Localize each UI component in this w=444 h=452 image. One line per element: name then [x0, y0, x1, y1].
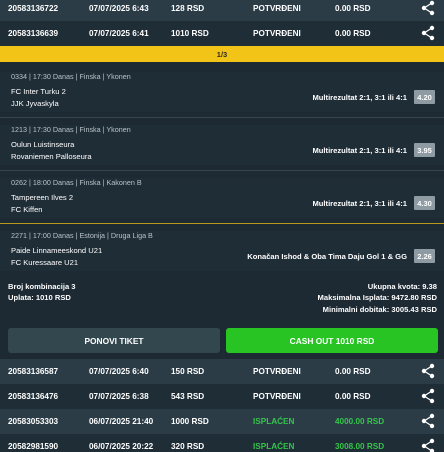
ticket-win: 0.00 RSD: [335, 392, 371, 401]
match-pick: Multirezultat 2:1, 3:1 ili 4:1: [312, 146, 407, 155]
ticket-status: ISPLAĆEN: [253, 442, 295, 451]
ticket-status: POTVRĐENI: [253, 367, 301, 376]
ticket-amount: 150 RSD: [171, 367, 205, 376]
ticket-win: 3008.00 RSD: [335, 442, 385, 451]
match-item: 0334 | 17:30 Danas | Finska | Ykonen FC …: [0, 72, 444, 112]
share-icon[interactable]: [421, 438, 435, 452]
repeat-ticket-button[interactable]: PONOVI TIKET: [8, 328, 220, 353]
ticket-id: 20583136722: [8, 4, 59, 13]
ticket-row[interactable]: 20583136722 07/07/2025 6:43 128 RSD POTV…: [0, 0, 444, 21]
away-team: JJK Jyvaskyla: [11, 99, 59, 108]
ticket-status: POTVRĐENI: [253, 4, 301, 13]
match-pick: Konačan Ishod & Oba Tima Daju Gol 1 & GG: [247, 252, 407, 261]
ticket-date: 06/07/2025 20:22: [89, 442, 154, 451]
ticket-id: 20583136639: [8, 29, 59, 38]
share-icon[interactable]: [421, 413, 435, 429]
ticket-summary: Broj kombinacija 3 Uplata: 1010 RSD Ukup…: [0, 276, 444, 318]
ticket-status: POTVRĐENI: [253, 29, 301, 38]
ticket-date: 07/07/2025 6:38: [89, 392, 149, 401]
share-icon[interactable]: [421, 388, 435, 404]
divider: [0, 170, 444, 171]
combinations-count: Broj kombinacija 3: [8, 282, 76, 291]
match-meta: 0334 | 17:30 Danas | Finska | Ykonen: [11, 72, 131, 81]
share-icon[interactable]: [421, 0, 435, 16]
ticket-amount: 1010 RSD: [171, 29, 209, 38]
total-odds: Ukupna kvota: 9.38: [367, 282, 437, 291]
pager[interactable]: 1/3: [0, 46, 444, 62]
ticket-status: ISPLAĆEN: [253, 417, 295, 426]
ticket-date: 07/07/2025 6:41: [89, 29, 149, 38]
ticket-id: 20583136476: [8, 392, 59, 401]
match-odd: 4.30: [414, 196, 435, 210]
ticket-win: 0.00 RSD: [335, 29, 371, 38]
min-win: Minimalni dobitak: 3005.43 RSD: [322, 305, 437, 314]
match-item: 2271 | 17:00 Danas | Estonija | Druga Li…: [0, 231, 444, 271]
home-team: Tampereen Ilves 2: [11, 193, 74, 202]
pager-label: 1/3: [216, 49, 228, 59]
home-team: Oulun Luistinseura: [11, 140, 75, 149]
share-icon[interactable]: [421, 363, 435, 379]
match-item: 0262 | 18:00 Danas | Finska | Kakonen B …: [0, 178, 444, 218]
home-team: FC Inter Turku 2: [11, 87, 66, 96]
ticket-row[interactable]: 20583136587 07/07/2025 6:40 150 RSD POTV…: [0, 359, 444, 384]
ticket-row[interactable]: 20583053303 06/07/2025 21:40 1000 RSD IS…: [0, 409, 444, 434]
ticket-amount: 543 RSD: [171, 392, 205, 401]
ticket-row[interactable]: 20582981590 06/07/2025 20:22 320 RSD ISP…: [0, 434, 444, 452]
match-meta: 2271 | 17:00 Danas | Estonija | Druga Li…: [11, 231, 153, 240]
match-odd: 2.26: [414, 249, 435, 263]
ticket-date: 07/07/2025 6:40: [89, 367, 149, 376]
share-icon[interactable]: [421, 25, 435, 41]
match-odd: 3.95: [414, 143, 435, 157]
ticket-win: 0.00 RSD: [335, 367, 371, 376]
stake-amount: Uplata: 1010 RSD: [8, 293, 71, 302]
ticket-win: 4000.00 RSD: [335, 417, 385, 426]
ticket-amount: 128 RSD: [171, 4, 205, 13]
max-payout: Maksimalna Isplata: 9472.80 RSD: [317, 293, 437, 302]
ticket-row[interactable]: 20583136639 07/07/2025 6:41 1010 RSD POT…: [0, 21, 444, 46]
away-team: FC Kuressaare U21: [11, 258, 79, 267]
away-team: Rovaniemen Palloseura: [11, 152, 92, 161]
cashout-button[interactable]: CASH OUT 1010 RSD: [226, 328, 438, 353]
divider: [0, 223, 444, 224]
match-meta: 0262 | 18:00 Danas | Finska | Kakonen B: [11, 178, 142, 187]
ticket-date: 06/07/2025 21:40: [89, 417, 154, 426]
ticket-amount: 1000 RSD: [171, 417, 209, 426]
match-pick: Multirezultat 2:1, 3:1 ili 4:1: [312, 93, 407, 102]
ticket-row[interactable]: 20583136476 07/07/2025 6:38 543 RSD POTV…: [0, 384, 444, 409]
ticket-date: 07/07/2025 6:43: [89, 4, 149, 13]
away-team: FC Kiffen: [11, 205, 43, 214]
home-team: Paide Linnameeskond U21: [11, 246, 103, 255]
match-item: 1213 | 17:30 Danas | Finska | Ykonen Oul…: [0, 125, 444, 165]
ticket-id: 20583053303: [8, 417, 59, 426]
ticket-amount: 320 RSD: [171, 442, 205, 451]
ticket-status: POTVRĐENI: [253, 392, 301, 401]
ticket-id: 20583136587: [8, 367, 59, 376]
match-meta: 1213 | 17:30 Danas | Finska | Ykonen: [11, 125, 131, 134]
match-pick: Multirezultat 2:1, 3:1 ili 4:1: [312, 199, 407, 208]
ticket-win: 0.00 RSD: [335, 4, 371, 13]
ticket-id: 20582981590: [8, 442, 59, 451]
divider: [0, 117, 444, 118]
match-odd: 4.20: [414, 90, 435, 104]
